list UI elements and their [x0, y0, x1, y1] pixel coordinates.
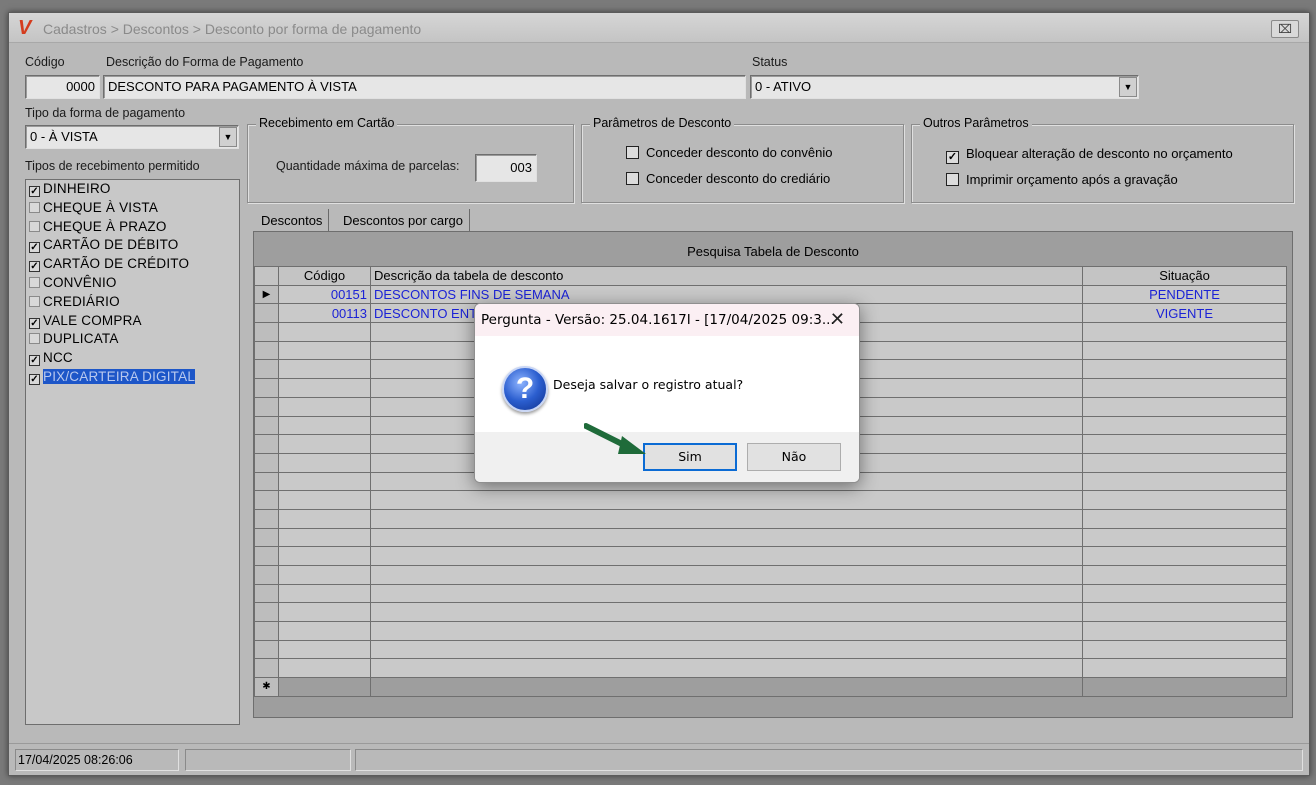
list-item-selected[interactable]: PIX/CARTEIRA DIGITAL	[26, 368, 239, 387]
status-value: 0 - ATIVO	[755, 79, 812, 94]
list-item[interactable]: DUPLICATA	[26, 330, 239, 349]
dialog-title: Pergunta - Versão: 25.04.1617I - [17/04/…	[481, 312, 835, 328]
cell-codigo[interactable]: 00151	[278, 284, 371, 305]
chevron-down-icon[interactable]: ▼	[219, 127, 237, 147]
table-row[interactable]: ▶ 00151 DESCONTOS FINS DE SEMANA PENDENT…	[254, 284, 1287, 305]
list-item[interactable]: NCC	[26, 349, 239, 368]
status-panel	[355, 749, 1303, 771]
tipo-label: Tipo da forma de pagamento	[25, 106, 186, 120]
checkbox[interactable]	[29, 261, 40, 273]
descricao-label: Descrição do Forma de Pagamento	[106, 55, 304, 69]
conceder-convenio-checkbox[interactable]: Conceder desconto do convênio	[626, 145, 832, 160]
status-datetime: 17/04/2025 08:26:06	[15, 749, 179, 771]
annotation-arrow-icon	[584, 423, 646, 454]
table-row[interactable]	[254, 565, 1287, 585]
column-header-descricao[interactable]: Descrição da tabela de desconto	[370, 266, 1083, 286]
checkbox[interactable]	[29, 201, 40, 213]
question-icon: ?	[502, 366, 548, 412]
checkbox[interactable]	[946, 151, 959, 164]
qtd-parcelas-label: Quantidade máxima de parcelas:	[276, 159, 460, 173]
row-indicator-header	[254, 266, 279, 286]
chevron-down-icon[interactable]: ▼	[1119, 77, 1137, 97]
checkbox[interactable]	[29, 295, 40, 307]
imprimir-orcamento-checkbox[interactable]: Imprimir orçamento após a gravação	[946, 172, 1178, 187]
close-window-button[interactable]: ⌧	[1271, 20, 1299, 38]
checkbox[interactable]	[29, 186, 40, 197]
cell-situacao[interactable]: PENDENTE	[1082, 284, 1287, 305]
table-row[interactable]	[254, 621, 1287, 641]
status-bar: 17/04/2025 08:26:06	[9, 743, 1309, 775]
group-title: Parâmetros de Desconto	[590, 116, 735, 130]
checkbox[interactable]	[29, 220, 40, 232]
table-row[interactable]	[254, 602, 1287, 623]
title-bar: V Cadastros > Descontos > Desconto por f…	[9, 13, 1309, 43]
column-header-situacao[interactable]: Situação	[1082, 266, 1287, 286]
list-item[interactable]: CREDIÁRIO	[26, 293, 239, 312]
tipos-recebimento-label: Tipos de recebimento permitido	[25, 159, 200, 173]
table-row[interactable]	[254, 490, 1287, 510]
descricao-field[interactable]: DESCONTO PARA PAGAMENTO À VISTA	[103, 75, 746, 99]
group-title: Outros Parâmetros	[920, 116, 1032, 130]
tipos-recebimento-list[interactable]: DINHEIRO CHEQUE À VISTA CHEQUE À PRAZO C…	[25, 179, 240, 725]
cell-codigo[interactable]: 00113	[278, 303, 371, 324]
close-icon[interactable]: ✕	[830, 309, 845, 330]
conceder-crediario-checkbox[interactable]: Conceder desconto do crediário	[626, 171, 830, 186]
outros-parametros-group: Outros Parâmetros Bloquear alteração de …	[911, 116, 1294, 203]
cell-descricao[interactable]: DESCONTOS FINS DE SEMANA	[370, 284, 1083, 305]
table-row[interactable]	[254, 658, 1287, 679]
list-item[interactable]: CHEQUE À PRAZO	[26, 218, 239, 237]
checkbox[interactable]	[29, 276, 40, 288]
tab-descontos[interactable]: Descontos	[255, 209, 330, 233]
sim-button[interactable]: Sim	[643, 443, 737, 471]
grid-caption: Pesquisa Tabela de Desconto	[687, 244, 859, 259]
current-row-icon: ▶	[254, 284, 279, 305]
table-row[interactable]	[254, 639, 1287, 660]
confirm-dialog: Pergunta - Versão: 25.04.1617I - [17/04/…	[474, 303, 860, 483]
checkbox[interactable]	[29, 242, 40, 254]
dialog-message: Deseja salvar o registro atual?	[553, 377, 744, 392]
table-row[interactable]	[254, 546, 1287, 566]
bloquear-alteracao-checkbox[interactable]: Bloquear alteração de desconto no orçame…	[946, 146, 1233, 164]
window-title: Cadastros > Descontos > Desconto por for…	[43, 21, 422, 37]
tab-descontos-por-cargo[interactable]: Descontos por cargo	[337, 209, 470, 233]
list-item[interactable]: CARTÃO DE DÉBITO	[26, 236, 239, 255]
column-header-codigo[interactable]: Código	[278, 266, 371, 286]
checkbox[interactable]	[29, 373, 40, 385]
dialog-title-bar: Pergunta - Versão: 25.04.1617I - [17/04/…	[475, 304, 859, 336]
codigo-label: Código	[25, 55, 65, 69]
list-item[interactable]: CARTÃO DE CRÉDITO	[26, 255, 239, 274]
new-row-icon: ✱	[254, 677, 279, 697]
grid-header: Código Descrição da tabela de desconto S…	[254, 266, 1287, 286]
dialog-footer: Sim Não	[475, 432, 859, 482]
table-row[interactable]	[254, 527, 1287, 548]
table-row[interactable]	[254, 583, 1287, 604]
status-label: Status	[752, 55, 788, 69]
list-item[interactable]: DINHEIRO	[26, 180, 239, 199]
cell-situacao[interactable]: VIGENTE	[1082, 303, 1287, 324]
list-item[interactable]: CHEQUE À VISTA	[26, 199, 239, 218]
table-row[interactable]	[254, 508, 1287, 529]
nao-button[interactable]: Não	[747, 443, 841, 471]
checkbox[interactable]	[29, 317, 40, 329]
checkbox[interactable]	[946, 173, 959, 186]
new-row[interactable]: ✱	[254, 677, 1287, 697]
codigo-field[interactable]: 0000	[25, 75, 100, 99]
group-title: Recebimento em Cartão	[256, 116, 398, 130]
checkbox[interactable]	[29, 333, 40, 345]
checkbox[interactable]	[626, 172, 639, 185]
tipo-value: 0 - À VISTA	[30, 129, 98, 144]
checkbox[interactable]	[29, 355, 40, 367]
recebimento-cartao-group: Recebimento em Cartão Quantidade máxima …	[247, 116, 574, 203]
parametros-desconto-group: Parâmetros de Desconto Conceder desconto…	[581, 116, 904, 203]
status-select[interactable]: 0 - ATIVO ▼	[750, 75, 1139, 99]
row-indicator	[254, 303, 279, 324]
list-item[interactable]: VALE COMPRA	[26, 312, 239, 331]
list-item[interactable]: CONVÊNIO	[26, 274, 239, 293]
app-logo: V	[18, 17, 32, 39]
tipo-select[interactable]: 0 - À VISTA ▼	[25, 125, 239, 149]
checkbox[interactable]	[626, 146, 639, 159]
status-panel	[185, 749, 351, 771]
qtd-parcelas-field[interactable]: 003	[475, 154, 537, 182]
